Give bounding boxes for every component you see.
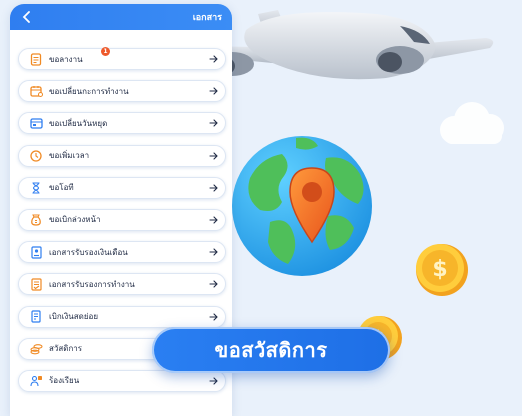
holiday-calendar-icon <box>23 117 49 130</box>
menu-item-holiday-change[interactable]: ขอเปลี่ยนวันหยุด <box>18 112 226 135</box>
airplane-illustration <box>198 10 494 80</box>
menu-item-work-certificate[interactable]: เอกสารรับรองการทำงาน <box>18 273 226 296</box>
clock-icon <box>23 149 49 162</box>
welfare-request-banner[interactable]: ขอสวัสดิการ <box>152 327 390 373</box>
menu-item-label: เบิกเงินสดย่อย <box>49 312 99 321</box>
menu-item-add-time[interactable]: ขอเพิ่มเวลา <box>18 144 226 167</box>
app-header: เอกสาร <box>10 4 232 30</box>
arrow-right-icon <box>203 55 225 63</box>
globe-illustration <box>232 136 372 276</box>
menu-item-complaint[interactable]: ร้องเรียน <box>18 369 226 392</box>
arrow-right-icon <box>203 377 225 385</box>
work-certificate-icon <box>23 278 49 291</box>
menu-item-label: ขอเบิกล่วงหน้า <box>49 215 101 225</box>
menu-item-label: เอกสารรับรองเงินเดือน <box>49 247 128 257</box>
menu-item-label: ขอโอที <box>49 183 74 193</box>
arrow-right-icon <box>203 248 225 256</box>
menu-item-label: ขอเปลี่ยนกะการทำงาน <box>49 86 129 96</box>
coin-illustration: $ <box>416 244 468 296</box>
menu-item-leave-request[interactable]: ขอลางาน 1 <box>18 47 226 70</box>
shift-calendar-icon <box>23 85 49 98</box>
salary-certificate-icon <box>23 246 49 259</box>
header-title: เอกสาร <box>192 13 222 23</box>
hourglass-icon <box>23 182 49 194</box>
complaint-icon <box>23 375 49 387</box>
menu-item-shift-change[interactable]: ขอเปลี่ยนกะการทำงาน <box>18 80 226 103</box>
scene: $ $ เอกสาร ขอลางาน 1 <box>0 0 522 416</box>
back-button[interactable] <box>18 7 36 27</box>
arrow-right-icon <box>203 216 225 224</box>
menu-item-advance-payment[interactable]: ขอเบิกล่วงหน้า <box>18 208 226 231</box>
arrow-right-icon <box>203 184 225 192</box>
menu-item-label: เอกสารรับรองการทำงาน <box>49 279 135 289</box>
money-bag-icon <box>23 214 49 226</box>
menu-item-salary-certificate[interactable]: เอกสารรับรองเงินเดือน <box>18 241 226 264</box>
svg-text:$: $ <box>432 257 447 282</box>
menu-item-label: ขอลางาน <box>49 54 83 64</box>
arrow-right-icon <box>203 119 225 127</box>
notification-badge: 1 <box>101 47 110 56</box>
arrow-right-icon <box>203 312 225 321</box>
menu-item-ot-request[interactable]: ขอโอที <box>18 176 226 199</box>
chevron-left-icon <box>22 11 30 23</box>
menu-item-petty-cash[interactable]: เบิกเงินสดย่อย <box>18 305 226 328</box>
menu-item-label: ร้องเรียน <box>49 376 80 386</box>
menu-item-label: ขอเปลี่ยนวันหยุด <box>49 118 108 128</box>
arrow-right-icon <box>203 87 225 95</box>
document-icon <box>23 52 49 66</box>
coins-icon <box>23 343 49 355</box>
menu-item-label: ขอเพิ่มเวลา <box>49 151 90 161</box>
cloud-illustration <box>440 102 504 144</box>
arrow-right-icon <box>203 280 225 288</box>
arrow-right-icon <box>203 152 225 160</box>
petty-cash-icon <box>23 310 49 323</box>
